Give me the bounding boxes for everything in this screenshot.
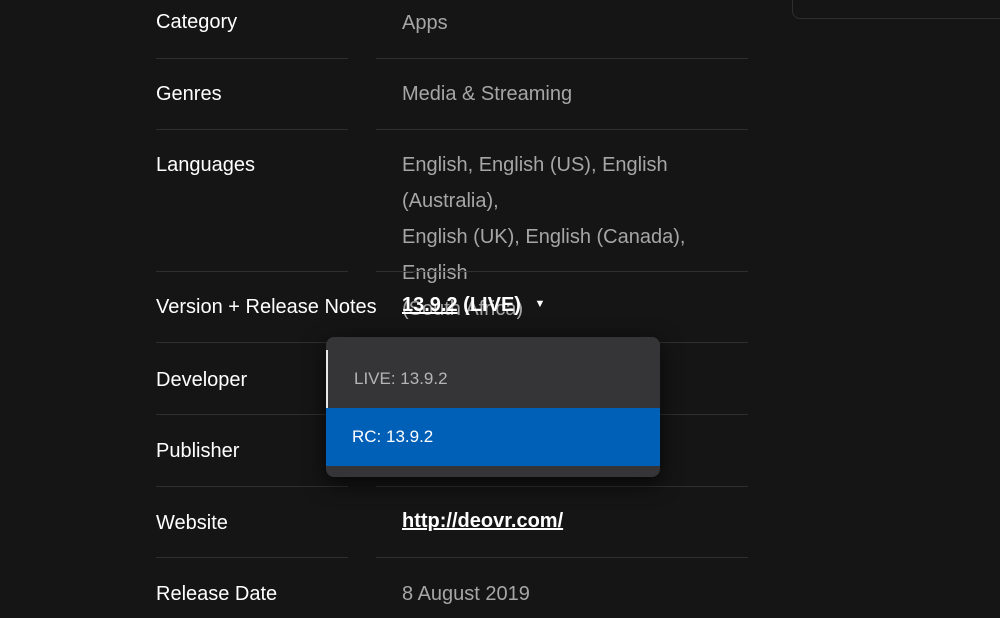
chevron-down-icon: ▼ — [534, 297, 546, 310]
category-label: Category — [156, 11, 238, 33]
languages-label: Languages — [156, 154, 255, 176]
side-panel-card — [792, 0, 1000, 19]
version-select-button[interactable]: 13.9.2 (LIVE) ▼ — [402, 294, 545, 317]
genres-label: Genres — [156, 83, 222, 105]
languages-line: English, English (US), English (Australi… — [402, 154, 668, 212]
divider — [156, 414, 348, 415]
divider — [156, 557, 348, 558]
dropdown-option-rc[interactable]: RC: 13.9.2 — [326, 408, 660, 466]
divider — [376, 129, 748, 130]
divider — [156, 58, 348, 59]
product-details-page: Category Apps Genres Media & Streaming L… — [0, 0, 1000, 618]
divider — [376, 486, 748, 487]
dropdown-option-live[interactable]: LIVE: 13.9.2 — [326, 350, 660, 408]
divider — [376, 557, 748, 558]
developer-label: Developer — [156, 369, 248, 391]
genres-value: Media & Streaming — [402, 83, 573, 105]
website-label: Website — [156, 512, 228, 534]
divider — [376, 271, 748, 272]
website-link[interactable]: http://deovr.com/ — [402, 510, 563, 533]
version-label: Version + Release Notes — [156, 296, 377, 318]
divider — [376, 58, 748, 59]
category-value: Apps — [402, 12, 448, 34]
divider — [156, 486, 348, 487]
divider — [156, 271, 348, 272]
publisher-label: Publisher — [156, 440, 240, 462]
version-channel: (LIVE) — [463, 294, 521, 316]
languages-line: English (UK), English (Canada), English — [402, 226, 686, 284]
version-dropdown-menu: LIVE: 13.9.2 RC: 13.9.2 — [326, 337, 660, 477]
version-number: 13.9.2 — [402, 294, 458, 316]
release-date-label: Release Date — [156, 583, 278, 605]
divider — [156, 129, 348, 130]
release-date-value: 8 August 2019 — [402, 583, 530, 605]
divider — [156, 342, 348, 343]
